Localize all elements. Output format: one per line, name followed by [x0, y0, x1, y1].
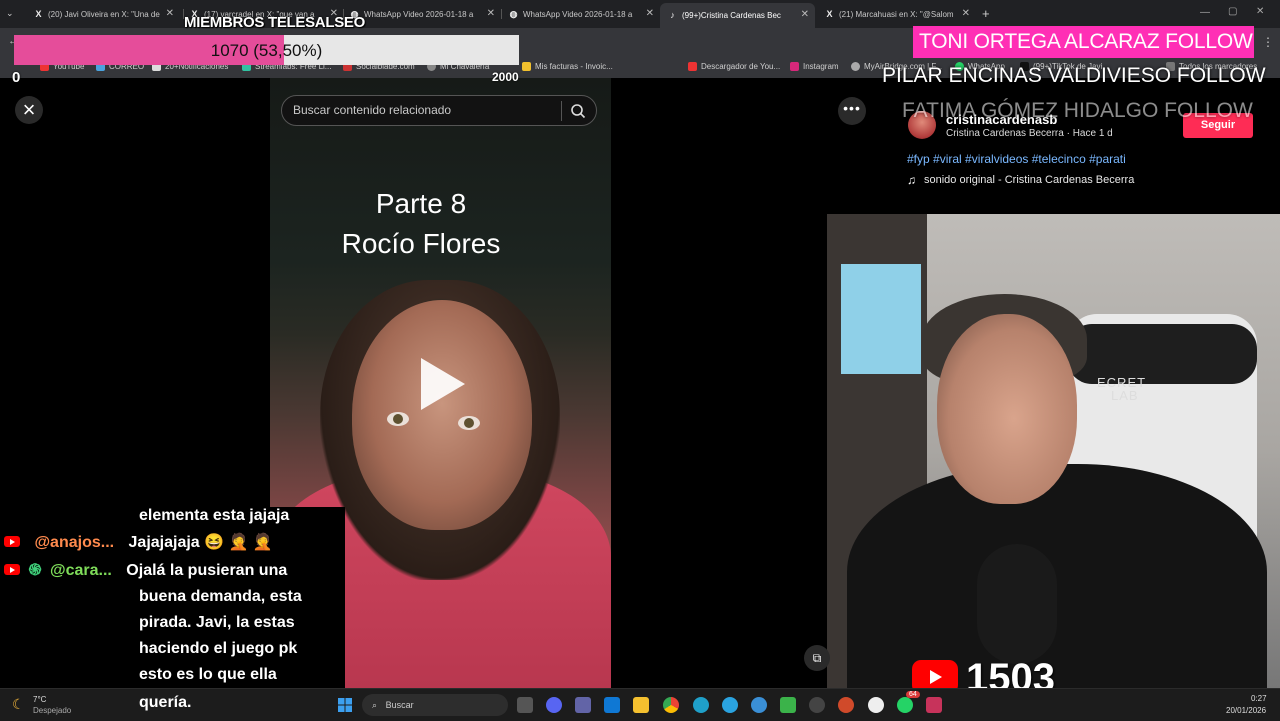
new-tab-button[interactable]: +	[982, 6, 990, 21]
video-caption: Parte 8 Rocío Flores	[341, 188, 501, 259]
tab-3[interactable]: ◍ WhatsApp Video 2026-01-18 a ✕	[350, 5, 495, 23]
tab-1[interactable]: X (20) Javi Oliveira en X: "Una de ✕	[32, 5, 174, 23]
video-person-eye	[458, 416, 480, 430]
globe-icon[interactable]	[751, 697, 767, 713]
chat-message: ֍ @cara... Ojalá la pusieran una	[4, 558, 287, 584]
webcam-feed: ECRET LAB	[827, 214, 1280, 688]
taskbar: ☾ 7°C Despejado ⌕ Buscar 64 0:27 20/01/2…	[0, 688, 1280, 721]
chat-message: @anajos... Jajajajaja 😆 🤦 🤦	[4, 530, 273, 556]
task-view-icon[interactable]	[517, 697, 533, 713]
clock-time[interactable]: 0:27	[1251, 694, 1267, 703]
search-placeholder: Buscar contenido relacionado	[293, 103, 452, 117]
search-icon: ⌕	[372, 700, 378, 710]
close-tab-icon[interactable]: ✕	[646, 8, 654, 19]
stream-chat: elementa esta jajaja @anajos... Jajajaja…	[0, 507, 345, 688]
whatsapp-icon[interactable]	[897, 697, 913, 713]
file-explorer-icon[interactable]	[633, 697, 649, 713]
weather-icon: ☾	[12, 696, 25, 712]
member-badge-icon: ֍	[28, 562, 42, 579]
follower-alert-1: TONI ORTEGA ALCARAZ FOLLOW	[913, 26, 1254, 58]
download-icon	[688, 62, 697, 71]
youtube-icon	[4, 564, 20, 575]
tab-title: WhatsApp Video 2026-01-18 a	[364, 9, 474, 19]
author-subline: Cristina Cardenas Becerra · Hace 1 d	[946, 128, 1113, 139]
close-icon[interactable]: ×	[15, 96, 43, 124]
weather-desc: Despejado	[33, 706, 72, 715]
music-note-icon: ♫	[907, 173, 916, 187]
instagram-icon	[790, 62, 799, 71]
close-tab-icon[interactable]: ✕	[487, 8, 495, 19]
follower-alert-2: PILAR ENCINAS VALDIVIESO FOLLOW	[882, 64, 1266, 87]
menu-icon[interactable]: ⋮	[1262, 35, 1274, 49]
follower-alert-3: FATIMA GÓMEZ HIDALGO FOLLOW	[902, 99, 1253, 122]
video-person-eye	[387, 412, 409, 426]
snipping-tool-icon[interactable]	[926, 697, 942, 713]
close-window-icon[interactable]: ✕	[1256, 6, 1264, 17]
tab-6[interactable]: X (21) Marcahuasi en X: "@Salom ✕	[825, 5, 970, 23]
cloud-icon	[851, 62, 860, 71]
app-icon[interactable]	[868, 697, 884, 713]
streamer-head	[937, 314, 1077, 504]
search-icon[interactable]	[570, 103, 586, 124]
more-options-icon[interactable]: •••	[838, 97, 866, 125]
app-icon[interactable]	[838, 697, 854, 713]
play-icon[interactable]	[421, 358, 465, 410]
close-tab-icon[interactable]: ✕	[801, 9, 809, 20]
tab-list-button[interactable]: ⌄	[6, 8, 14, 19]
sound-link[interactable]: sonido original - Cristina Cardenas Bece…	[924, 174, 1134, 186]
x-icon: X	[826, 8, 833, 19]
tab-title: (21) Marcahuasi en X: "@Salom	[839, 9, 954, 19]
members-goal-title: MIEMBROS TELESALSEO	[184, 14, 365, 31]
tab-5-active[interactable]: ♪ (99+)Cristina Cardenas Bec ✕	[660, 3, 815, 28]
close-tab-icon[interactable]: ✕	[962, 8, 970, 19]
bookmark-instagram[interactable]: Instagram	[790, 62, 839, 71]
clock-date[interactable]: 20/01/2026	[1226, 706, 1266, 715]
weather-temp[interactable]: 7°C	[33, 695, 46, 704]
edge-icon[interactable]	[693, 697, 709, 713]
obs-icon[interactable]	[809, 697, 825, 713]
close-tab-icon[interactable]: ✕	[166, 8, 174, 19]
hashtags[interactable]: #fyp #viral #viralvideos #telecinco #par…	[907, 152, 1126, 166]
x-icon: X	[35, 8, 42, 19]
teams-icon[interactable]	[575, 697, 591, 713]
video-person-face	[352, 300, 532, 530]
minimize-icon[interactable]: —	[1200, 7, 1210, 18]
invoice-icon	[522, 62, 531, 71]
tab-title: (99+)Cristina Cardenas Bec	[682, 11, 781, 20]
windows-start-icon[interactable]	[338, 698, 352, 717]
streamer-torso	[847, 464, 1267, 688]
goal-max: 2000	[492, 70, 519, 84]
outlook-icon[interactable]	[604, 697, 620, 713]
bookmark-facturas[interactable]: Mis facturas - Invoic...	[522, 62, 613, 71]
whatsapp-badge: 64	[906, 691, 920, 698]
copy-link-icon[interactable]: ⧉	[804, 645, 830, 671]
maximize-icon[interactable]: ▢	[1228, 6, 1237, 17]
discord-icon[interactable]	[546, 697, 562, 713]
tiktok-icon: ♪	[670, 10, 675, 20]
chair-logo: ECRET LAB	[1097, 375, 1147, 403]
members-goal-label: 1070 (53,50%)	[210, 41, 323, 60]
taskbar-search[interactable]: ⌕ Buscar	[362, 694, 508, 716]
bookmark-descargador[interactable]: Descargador de You...	[688, 62, 780, 71]
camtasia-icon[interactable]	[780, 697, 796, 713]
tab-title: WhatsApp Video 2026-01-18 a	[523, 9, 633, 19]
tab-4[interactable]: ◍ WhatsApp Video 2026-01-18 a ✕	[509, 5, 654, 23]
goal-min: 0	[12, 69, 21, 86]
microphone	[977, 544, 1057, 664]
chrome-icon[interactable]	[663, 697, 679, 713]
tab-title: (20) Javi Oliveira en X: "Una de	[48, 9, 160, 19]
globe-icon: ◍	[509, 8, 518, 19]
youtube-icon	[4, 536, 20, 547]
telegram-icon[interactable]	[722, 697, 738, 713]
